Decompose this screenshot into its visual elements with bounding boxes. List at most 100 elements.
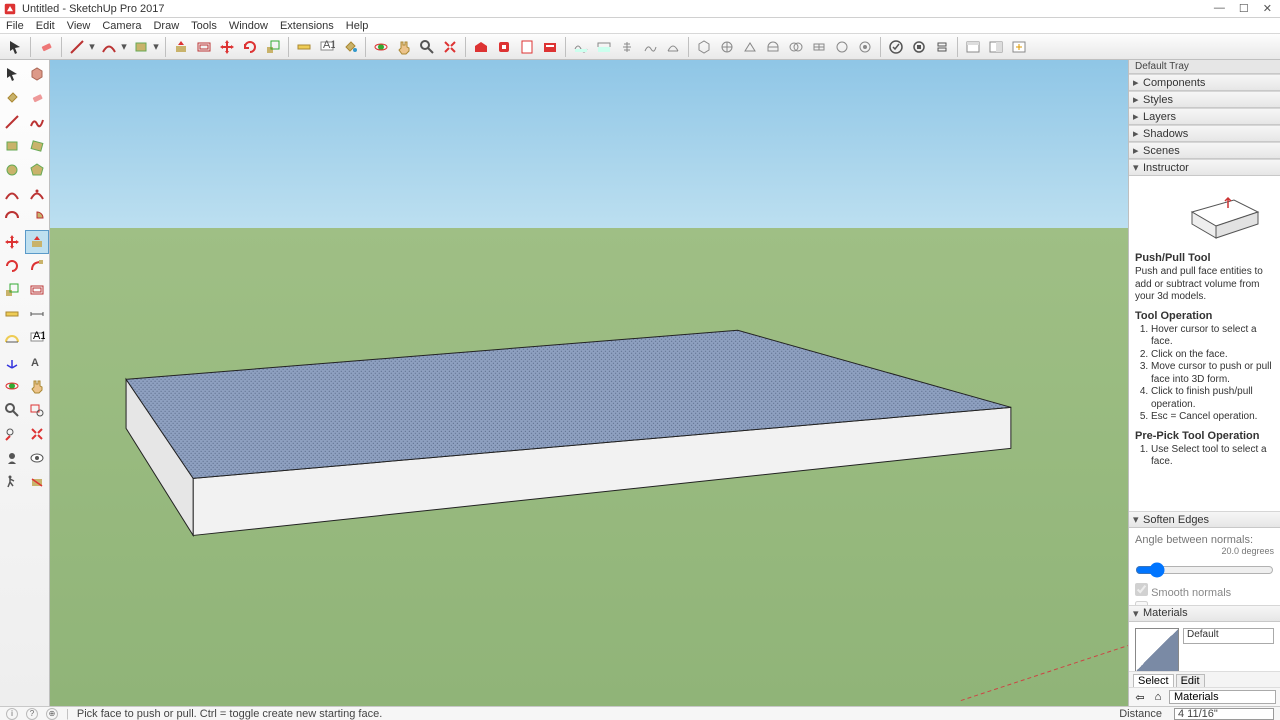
minimize-button[interactable]: — — [1214, 2, 1225, 15]
scale-tool-icon[interactable] — [262, 36, 284, 58]
distance-value-box[interactable]: 4 11/16" — [1174, 708, 1274, 720]
mat-home-icon[interactable]: ⌂ — [1151, 690, 1165, 704]
rotate-tool-icon[interactable] — [239, 36, 261, 58]
move-tool-icon[interactable] — [216, 36, 238, 58]
tape-measure-icon[interactable] — [293, 36, 315, 58]
zoom-icon[interactable] — [416, 36, 438, 58]
menu-view[interactable]: View — [67, 20, 91, 32]
materials-library-select[interactable]: Materials — [1169, 690, 1276, 704]
sandbox-5-icon[interactable] — [662, 36, 684, 58]
pushpull-toolbar-icon[interactable] — [170, 36, 192, 58]
view-2-icon[interactable] — [985, 36, 1007, 58]
protractor-icon[interactable] — [0, 326, 25, 350]
pie-icon[interactable] — [25, 206, 50, 230]
dimension-icon[interactable] — [25, 302, 50, 326]
menu-window[interactable]: Window — [229, 20, 268, 32]
axes-icon[interactable] — [0, 350, 25, 374]
menu-draw[interactable]: Draw — [153, 20, 179, 32]
menu-file[interactable]: File — [6, 20, 24, 32]
rotated-rect-icon[interactable] — [25, 134, 50, 158]
panel-shadows[interactable]: ▸Shadows — [1129, 125, 1280, 142]
soften-angle-slider[interactable] — [1135, 562, 1274, 578]
previous-icon[interactable] — [0, 422, 25, 446]
panel-soften[interactable]: ▾Soften Edges — [1129, 511, 1280, 528]
solid-1-icon[interactable] — [693, 36, 715, 58]
current-material-swatch[interactable] — [1135, 628, 1179, 671]
orbit-left-icon[interactable] — [0, 374, 25, 398]
mat-back-icon[interactable]: ⇦ — [1133, 690, 1147, 704]
layout-icon[interactable] — [516, 36, 538, 58]
circle-icon[interactable] — [0, 158, 25, 182]
panel-components[interactable]: ▸Components — [1129, 74, 1280, 91]
view-1-icon[interactable] — [962, 36, 984, 58]
extension-manager-icon[interactable] — [539, 36, 561, 58]
paintbucket-icon[interactable] — [0, 86, 25, 110]
maximize-button[interactable]: ☐ — [1239, 2, 1249, 15]
arc-tool-icon[interactable] — [98, 36, 120, 58]
arc-dropdown-icon[interactable]: ▾ — [121, 36, 127, 58]
make-component-icon[interactable] — [25, 62, 50, 86]
solid-5-icon[interactable] — [785, 36, 807, 58]
arc-icon[interactable] — [0, 182, 25, 206]
zoom-left-icon[interactable] — [0, 398, 25, 422]
solid-4-icon[interactable] — [762, 36, 784, 58]
panel-materials[interactable]: ▾Materials — [1129, 605, 1280, 622]
check-2-icon[interactable] — [908, 36, 930, 58]
close-button[interactable]: ✕ — [1263, 2, 1272, 15]
check-1-icon[interactable] — [885, 36, 907, 58]
text-tool-icon[interactable]: A1 — [316, 36, 338, 58]
menu-edit[interactable]: Edit — [36, 20, 55, 32]
look-around-icon[interactable] — [25, 446, 50, 470]
select-icon[interactable] — [0, 62, 25, 86]
view-3-icon[interactable] — [1008, 36, 1030, 58]
materials-tab-edit[interactable]: Edit — [1176, 674, 1205, 687]
zoom-extents-left-icon[interactable] — [25, 422, 50, 446]
followme-icon[interactable] — [25, 254, 50, 278]
paint-bucket-icon[interactable] — [339, 36, 361, 58]
polygon-icon[interactable] — [25, 158, 50, 182]
sandbox-3-icon[interactable] — [616, 36, 638, 58]
line-tool-icon[interactable] — [66, 36, 88, 58]
panel-instructor[interactable]: ▾Instructor — [1129, 159, 1280, 176]
status-help-icon[interactable]: ? — [26, 708, 38, 720]
pan-icon[interactable] — [393, 36, 415, 58]
freehand-icon[interactable] — [25, 110, 50, 134]
sandbox-2-icon[interactable] — [593, 36, 615, 58]
zoom-window-icon[interactable] — [25, 398, 50, 422]
menu-extensions[interactable]: Extensions — [280, 20, 334, 32]
2pt-arc-icon[interactable] — [25, 182, 50, 206]
eraser-left-icon[interactable] — [25, 86, 50, 110]
eraser-icon[interactable] — [35, 36, 57, 58]
model-viewport[interactable] — [50, 60, 1128, 706]
material-name-field[interactable]: Default — [1183, 628, 1274, 644]
scale-icon[interactable] — [0, 278, 25, 302]
pushpull-icon[interactable] — [25, 230, 50, 254]
sandbox-4-icon[interactable] — [639, 36, 661, 58]
menu-help[interactable]: Help — [346, 20, 369, 32]
panel-styles[interactable]: ▸Styles — [1129, 91, 1280, 108]
3pt-arc-icon[interactable] — [0, 206, 25, 230]
text-icon[interactable]: A1 — [25, 326, 50, 350]
sandbox-1-icon[interactable] — [570, 36, 592, 58]
panel-layers[interactable]: ▸Layers — [1129, 108, 1280, 125]
walk-icon[interactable] — [0, 470, 25, 494]
orbit-icon[interactable] — [370, 36, 392, 58]
panel-scenes[interactable]: ▸Scenes — [1129, 142, 1280, 159]
menu-camera[interactable]: Camera — [102, 20, 141, 32]
solid-8-icon[interactable] — [854, 36, 876, 58]
smooth-normals-checkbox[interactable]: Smooth normals — [1135, 583, 1274, 599]
offset-icon[interactable] — [25, 278, 50, 302]
tape-icon[interactable] — [0, 302, 25, 326]
line-icon[interactable] — [0, 110, 25, 134]
pan-left-icon[interactable] — [25, 374, 50, 398]
menu-tools[interactable]: Tools — [191, 20, 217, 32]
status-info-icon[interactable]: i — [6, 708, 18, 720]
line-dropdown-icon[interactable]: ▾ — [89, 36, 95, 58]
extension-warehouse-icon[interactable] — [493, 36, 515, 58]
solid-3-icon[interactable] — [739, 36, 761, 58]
check-3-icon[interactable] — [931, 36, 953, 58]
3dtext-icon[interactable]: A — [25, 350, 50, 374]
rotate-icon[interactable] — [0, 254, 25, 278]
status-geo-icon[interactable]: ⊕ — [46, 708, 58, 720]
move-icon[interactable] — [0, 230, 25, 254]
